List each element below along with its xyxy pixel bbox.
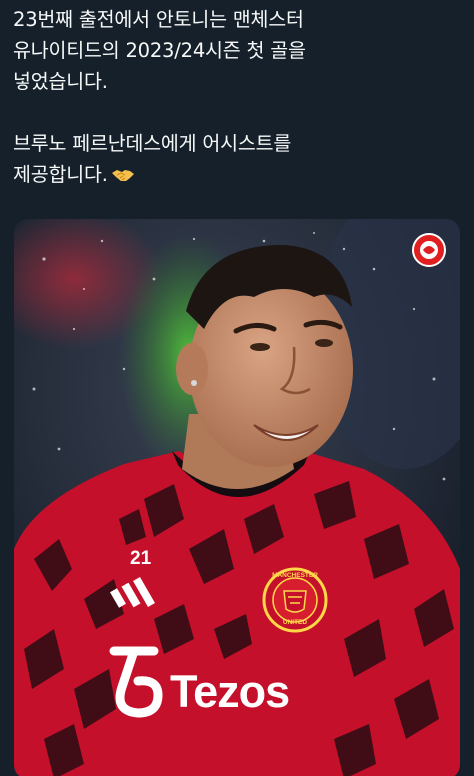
post-line-2: 유나이티드의 2023/24시즌 첫 골을 — [13, 39, 306, 62]
post-line-4: 브루노 페르난데스에게 어시스트를 — [13, 132, 292, 155]
crest-text-bottom: UNITED — [282, 619, 308, 626]
post-image[interactable]: 21 MANCHESTER UNITED Tezos — [14, 219, 460, 776]
post-line-3: 넣었습니다. — [13, 70, 108, 93]
kit-number: 21 — [130, 548, 152, 569]
club-crest: MANCHESTER UNITED — [262, 567, 328, 633]
post-text: 23번째 출전에서 안토니는 맨체스터 유나이티드의 2023/24시즌 첫 골… — [13, 4, 463, 190]
sponsor-text: Tezos — [170, 666, 290, 717]
post-line-5: 제공합니다. — [13, 159, 463, 190]
crest-text-top: MANCHESTER — [272, 572, 318, 579]
handshake-icon — [111, 161, 135, 181]
post-line-1: 23번째 출전에서 안토니는 맨체스터 — [13, 8, 304, 31]
post-line-5-text: 제공합니다. — [13, 163, 108, 186]
publisher-logo-icon[interactable] — [412, 233, 446, 267]
